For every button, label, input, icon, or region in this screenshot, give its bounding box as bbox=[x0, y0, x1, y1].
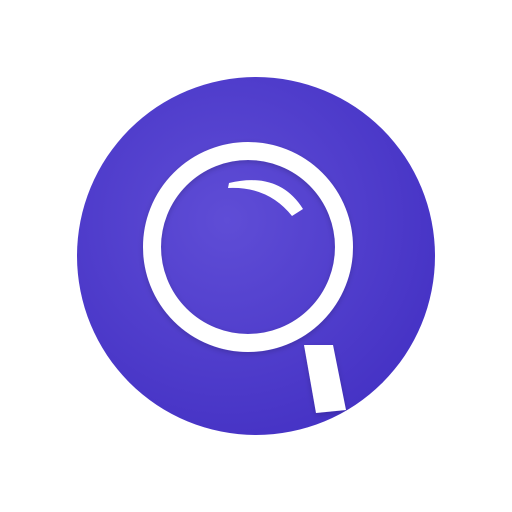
app-icon-canvas bbox=[0, 0, 512, 512]
app-icon bbox=[77, 77, 435, 435]
purple-circle-badge bbox=[77, 77, 435, 435]
